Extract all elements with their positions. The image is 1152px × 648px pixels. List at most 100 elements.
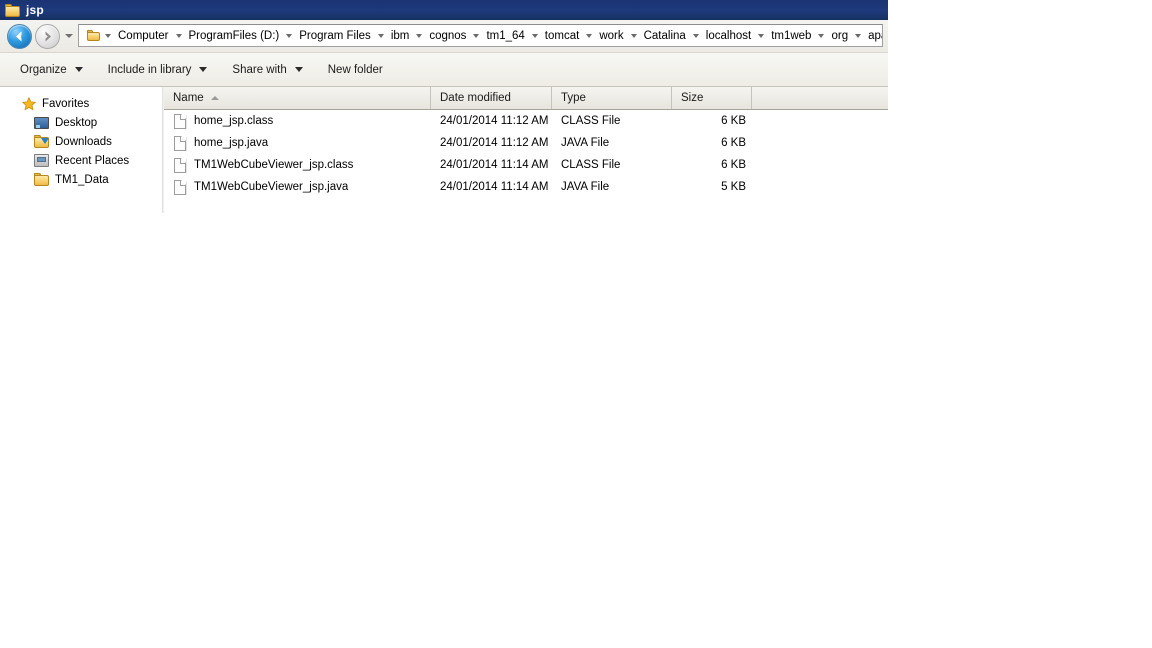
breadcrumb-item-computer[interactable]: Computer [114,28,173,44]
breadcrumb-separator-5[interactable] [473,34,480,38]
breadcrumb-separator-11[interactable] [818,34,825,38]
chevron-down-icon [294,67,303,72]
address-bar[interactable]: Computer ProgramFiles (D:) Program Files ib… [78,24,883,47]
breadcrumb-separator-9[interactable] [692,34,699,38]
cell-type: JAVA File [561,181,610,193]
breadcrumb-item-tm1web[interactable]: tm1web [767,28,815,44]
file-name-label: TM1WebCubeViewer_jsp.class [194,159,354,171]
chevron-down-icon [199,67,208,72]
cell-size: 6 KB [721,159,746,171]
breadcrumb-item-tm1-64[interactable]: tm1_64 [482,28,528,44]
file-name-label: TM1WebCubeViewer_jsp.java [194,181,349,193]
column-header-label: Date modified [440,92,511,104]
breadcrumb-item-tomcat[interactable]: tomcat [541,28,584,44]
breadcrumb-separator-0[interactable] [105,34,111,38]
navigation-pane: Favorites Desktop Downloads Recent Places TM… [0,87,163,213]
table-row[interactable]: TM1WebCubeViewer_jsp.java 24/01/2014 11:1… [164,176,888,198]
cell-date-modified: 24/01/2014 11:12 AM [440,137,549,149]
file-rows: home_jsp.class 24/01/2014 11:12 AM CLASS F… [164,110,888,198]
cell-date-modified: 24/01/2014 11:14 AM [440,159,549,171]
column-header-date-modified[interactable]: Date modified [431,87,552,109]
sidebar-group-favorites[interactable]: Favorites [0,94,162,113]
sidebar-item-label: Recent Places [55,154,130,167]
breadcrumb-item-program-files[interactable]: Program Files [295,28,375,44]
cell-type: CLASS File [561,115,621,127]
cell-name[interactable]: TM1WebCubeViewer_jsp.class [164,157,431,173]
file-name-label: home_jsp.class [194,115,274,127]
toolbar-button-label: Share with [232,63,287,76]
include-in-library-button[interactable]: Include in library [101,59,215,81]
address-bar-row: Computer ProgramFiles (D:) Program Files ib… [0,20,888,53]
file-icon [174,179,186,195]
file-icon [174,113,186,129]
breadcrumb-separator-10[interactable] [758,34,765,38]
table-row[interactable]: TM1WebCubeViewer_jsp.class 24/01/2014 11:… [164,154,888,176]
command-toolbar: Organize Include in library Share with New … [0,53,888,87]
breadcrumb-separator-8[interactable] [630,34,637,38]
cell-date-modified: 24/01/2014 11:14 AM [440,181,549,193]
explorer-body: Favorites Desktop Downloads Recent Places TM… [0,87,888,213]
sidebar-item-desktop[interactable]: Desktop [0,113,162,132]
breadcrumb-separator-7[interactable] [586,34,593,38]
column-header-label: Type [561,92,586,104]
sidebar-item-recent-places[interactable]: Recent Places [0,151,162,170]
breadcrumb-item-localhost[interactable]: localhost [702,28,755,44]
chevron-down-icon [74,67,83,72]
breadcrumb-item-catalina[interactable]: Catalina [640,28,690,44]
sidebar-item-downloads[interactable]: Downloads [0,132,162,151]
cell-size: 6 KB [721,115,746,127]
breadcrumb-item-org[interactable]: org [827,28,852,44]
file-icon [174,157,186,173]
organize-button[interactable]: Organize [13,59,90,81]
cell-date-modified: 24/01/2014 11:12 AM [440,115,549,127]
toolbar-button-label: Organize [20,63,67,76]
column-header-filler [752,87,886,109]
breadcrumb-item-ibm[interactable]: ibm [387,28,414,44]
breadcrumb-item-work[interactable]: work [595,28,627,44]
new-folder-button[interactable]: New folder [321,59,390,81]
sidebar-item-tm1-data[interactable]: TM1_Data [0,170,162,189]
sidebar-item-label: Downloads [55,135,112,148]
breadcrumb-separator-3[interactable] [377,34,384,38]
breadcrumb-separator-2[interactable] [286,34,293,38]
file-icon [174,135,186,151]
title-bar: jsp [0,0,888,20]
window-title: jsp [26,3,44,17]
breadcrumb-separator-4[interactable] [416,34,423,38]
toolbar-button-label: Include in library [107,63,192,76]
toolbar-button-label: New folder [327,63,383,76]
desktop-icon [34,116,49,129]
cell-name[interactable]: home_jsp.java [164,135,431,151]
breadcrumb-item-programfiles-d[interactable]: ProgramFiles (D:) [185,28,284,44]
column-header-size[interactable]: Size [672,87,752,109]
file-list-pane: Name Date modified Type Size home_jsp.class… [164,87,888,213]
breadcrumb-separator-6[interactable] [531,34,538,38]
recent-pages-dropdown[interactable] [65,34,73,38]
column-header-type[interactable]: Type [552,87,672,109]
folder-icon [5,3,20,17]
breadcrumb-separator-1[interactable] [175,34,182,38]
table-row[interactable]: home_jsp.java 24/01/2014 11:12 AM JAVA Fil… [164,132,888,154]
cell-name[interactable]: TM1WebCubeViewer_jsp.java [164,179,431,195]
forward-button[interactable] [35,23,60,49]
cell-type: JAVA File [561,137,610,149]
explorer-window: jsp Computer ProgramFiles (D:) Program Fil… [0,0,888,213]
cell-size: 5 KB [721,181,746,193]
breadcrumb-item-apache[interactable]: apache [864,28,882,44]
breadcrumb-item-cognos[interactable]: cognos [425,28,470,44]
cell-name[interactable]: home_jsp.class [164,113,431,129]
share-with-button[interactable]: Share with [225,59,309,81]
breadcrumb: Computer ProgramFiles (D:) Program Files ib… [102,28,882,44]
address-folder-icon [87,30,100,41]
folder-icon [34,173,49,186]
star-icon [22,96,36,111]
column-header-name[interactable]: Name [164,87,431,109]
column-header-label: Name [173,92,204,104]
navigation-buttons [7,23,73,49]
back-button[interactable] [7,23,32,49]
breadcrumb-separator-12[interactable] [855,34,862,38]
cell-size: 6 KB [721,137,746,149]
down-arrow-icon [41,138,49,144]
table-row[interactable]: home_jsp.class 24/01/2014 11:12 AM CLASS F… [164,110,888,132]
column-header-row: Name Date modified Type Size [164,87,888,110]
